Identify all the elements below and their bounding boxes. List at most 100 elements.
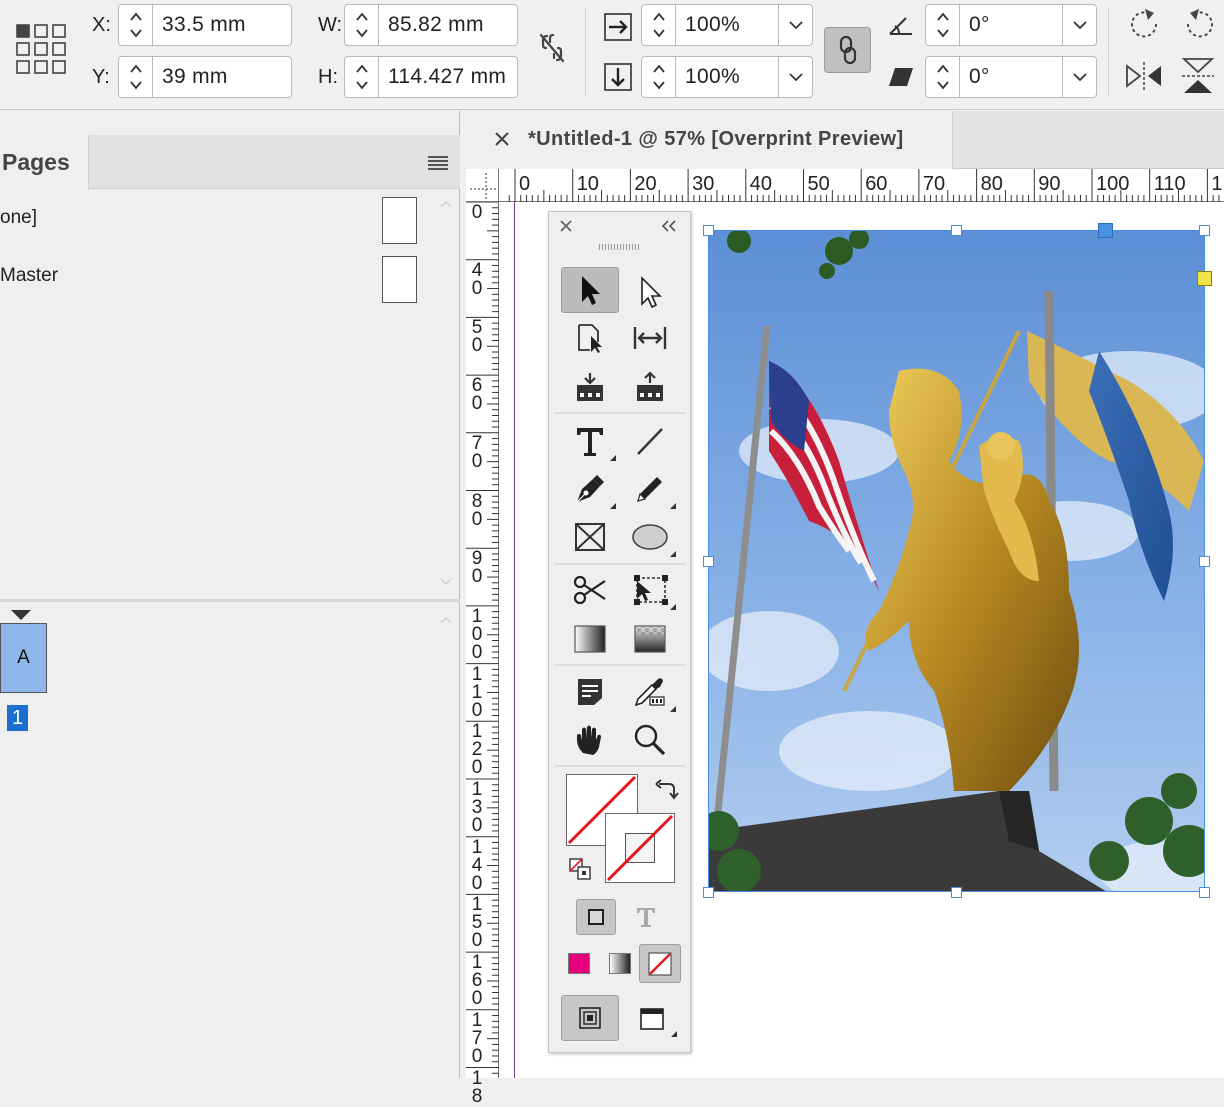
pages-tab[interactable]: Pages	[0, 135, 89, 190]
none-master-label[interactable]: one]	[0, 207, 37, 229]
document-tab[interactable]: *Untitled-1 @ 57% [Overprint Preview]	[466, 111, 953, 169]
page-1-thumbnail[interactable]: A	[0, 623, 47, 693]
flip-vertical-icon[interactable]	[1180, 56, 1216, 96]
scissors-tool[interactable]	[561, 567, 619, 613]
panel-grip[interactable]	[599, 244, 639, 250]
ruler-label: 100	[471, 605, 483, 663]
formatting-affects-text-button[interactable]	[629, 900, 663, 934]
scale-y-field[interactable]: 100%	[641, 56, 813, 98]
panel-divider[interactable]	[0, 599, 460, 602]
gap-tool[interactable]	[621, 315, 679, 361]
w-stepper[interactable]	[345, 5, 379, 45]
swap-fill-stroke-icon[interactable]	[655, 779, 679, 801]
selection-handle-middle-right[interactable]	[1199, 556, 1210, 567]
pencil-tool[interactable]	[621, 466, 679, 512]
selection-handle-bottom-left[interactable]	[703, 887, 714, 898]
screen-mode-button[interactable]	[624, 998, 680, 1040]
w-value[interactable]: 85.82 mm	[379, 5, 517, 45]
selection-handle-bottom-right[interactable]	[1199, 887, 1210, 898]
h-value[interactable]: 114.427 mm	[379, 57, 517, 97]
scroll-down-icon[interactable]	[440, 577, 452, 587]
rotation-dropdown[interactable]	[1062, 5, 1096, 45]
ruler-label: 160	[471, 952, 483, 1010]
selection-handle-top-right[interactable]	[1199, 225, 1210, 236]
direct-selection-tool[interactable]	[621, 269, 679, 315]
close-icon[interactable]	[495, 132, 509, 146]
apply-color-button[interactable]	[568, 953, 590, 974]
h-stepper[interactable]	[345, 57, 379, 97]
selection-handle-top-middle[interactable]	[951, 225, 962, 236]
scale-y-dropdown[interactable]	[778, 57, 812, 97]
pen-tool[interactable]	[561, 466, 619, 512]
ruler-origin[interactable]	[466, 169, 499, 202]
none-swatch-icon	[606, 814, 674, 882]
horizontal-ruler[interactable]: 0 10 20 30 40 50 60 70 80 90 100 110 1	[466, 169, 1224, 202]
apply-none-button[interactable]	[639, 944, 681, 983]
rotation-stepper[interactable]	[926, 5, 960, 45]
free-transform-tool[interactable]	[621, 567, 679, 613]
constrain-scale-button[interactable]	[824, 27, 871, 73]
selection-tool[interactable]	[561, 267, 619, 313]
collapse-panel-icon[interactable]	[661, 219, 677, 233]
rotation-value[interactable]: 0°	[960, 5, 1062, 45]
panel-menu-icon[interactable]	[428, 155, 448, 171]
shear-stepper[interactable]	[926, 57, 960, 97]
line-tool[interactable]	[621, 418, 679, 464]
shear-field[interactable]: 0°	[925, 56, 1097, 98]
selection-handle-middle-left[interactable]	[703, 556, 714, 567]
y-value[interactable]: 39 mm	[153, 57, 291, 97]
scale-x-dropdown[interactable]	[778, 5, 812, 45]
type-tool[interactable]	[561, 418, 619, 464]
hand-tool[interactable]	[561, 717, 619, 763]
scroll-up-icon[interactable]	[440, 199, 452, 209]
scale-x-value[interactable]: 100%	[676, 5, 778, 45]
content-grabber-handle[interactable]	[1098, 223, 1113, 238]
a-master-label[interactable]: Master	[0, 265, 58, 287]
gradient-swatch-tool[interactable]	[561, 616, 619, 662]
page-number-label[interactable]: 1	[7, 705, 28, 731]
shear-value[interactable]: 0°	[960, 57, 1062, 97]
rectangle-frame-tool[interactable]	[561, 514, 619, 560]
flip-horizontal-icon[interactable]	[1124, 60, 1164, 92]
page-tool[interactable]	[561, 315, 619, 361]
h-field[interactable]: 114.427 mm	[344, 56, 518, 98]
a-master-thumbnail[interactable]	[382, 256, 417, 303]
normal-view-mode-button[interactable]	[561, 995, 619, 1041]
live-corners-handle[interactable]	[1197, 271, 1212, 286]
shear-dropdown[interactable]	[1062, 57, 1096, 97]
note-tool[interactable]	[561, 669, 619, 715]
selection-handle-top-left[interactable]	[703, 225, 714, 236]
w-field[interactable]: 85.82 mm	[344, 4, 518, 46]
eyedropper-tool[interactable]	[621, 669, 679, 715]
constrain-proportions-broken-icon[interactable]	[538, 32, 566, 64]
close-icon[interactable]	[560, 220, 572, 232]
default-fill-stroke-icon[interactable]	[569, 858, 593, 880]
none-master-thumbnail[interactable]	[382, 197, 417, 244]
zoom-tool[interactable]	[621, 717, 679, 763]
rotation-field[interactable]: 0°	[925, 4, 1097, 46]
y-field[interactable]: 39 mm	[118, 56, 292, 98]
scale-x-field[interactable]: 100%	[641, 4, 813, 46]
scale-y-stepper[interactable]	[642, 57, 676, 97]
content-collector-tool[interactable]	[561, 364, 619, 410]
content-placer-tool[interactable]	[621, 364, 679, 410]
y-stepper[interactable]	[119, 57, 153, 97]
ellipse-tool[interactable]	[621, 514, 679, 560]
stroke-swatch[interactable]	[605, 813, 675, 883]
x-stepper[interactable]	[119, 5, 153, 45]
image-frame[interactable]	[708, 230, 1205, 892]
vertical-ruler[interactable]: 0 40 50 60 70 80 90 10011012013014015016017018	[466, 202, 499, 1106]
selection-handle-bottom-middle[interactable]	[951, 887, 962, 898]
scale-y-value[interactable]: 100%	[676, 57, 778, 97]
scale-x-stepper[interactable]	[642, 5, 676, 45]
statue-photo[interactable]	[709, 231, 1205, 892]
scroll-up-icon[interactable]	[440, 615, 452, 625]
x-field[interactable]: 33.5 mm	[118, 4, 292, 46]
apply-gradient-button[interactable]	[609, 953, 631, 974]
formatting-affects-container-button[interactable]	[576, 899, 616, 935]
reference-point-icon[interactable]	[16, 24, 68, 76]
rotate-counterclockwise-icon[interactable]	[1180, 6, 1218, 42]
x-value[interactable]: 33.5 mm	[153, 5, 291, 45]
rotate-clockwise-icon[interactable]	[1126, 6, 1164, 42]
gradient-feather-tool[interactable]	[621, 616, 679, 662]
